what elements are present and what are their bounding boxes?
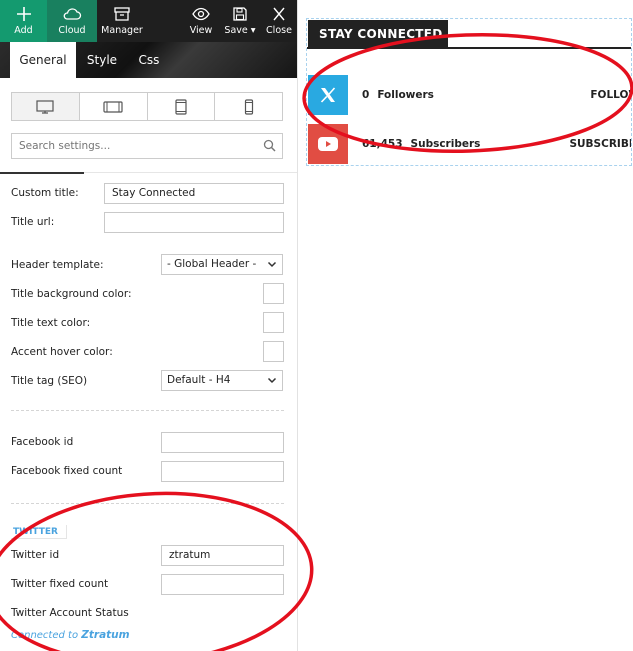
- connected-prefix: Connected to: [11, 630, 79, 641]
- section-divider: [11, 410, 284, 411]
- title-bg-color-swatch[interactable]: [263, 283, 284, 304]
- close-icon: [262, 6, 296, 24]
- header-template-value: - Global Header -: [167, 258, 257, 270]
- floppy-disk-icon: [220, 6, 260, 24]
- device-tablet-landscape-button[interactable]: [80, 93, 148, 120]
- device-switcher: [11, 92, 283, 121]
- facebook-id-input[interactable]: [161, 432, 284, 453]
- search-icon: [263, 139, 276, 155]
- twitter-id-input[interactable]: ztratum: [161, 545, 284, 566]
- social-row-youtube[interactable]: 61,453 Subscribers SUBSCRIBE: [308, 124, 631, 164]
- title-tag-label: Title tag (SEO): [11, 375, 88, 387]
- add-button[interactable]: Add: [0, 0, 47, 42]
- facebook-fixed-count-label: Facebook fixed count: [11, 465, 123, 477]
- x-logo-icon: [308, 75, 348, 115]
- social-row-x[interactable]: 0 Followers FOLLOW: [308, 75, 631, 115]
- accent-hover-color-label: Accent hover color:: [11, 346, 113, 358]
- chevron-down-icon: [267, 255, 277, 281]
- tab-css[interactable]: Css: [128, 42, 170, 78]
- accent-hover-color-swatch[interactable]: [263, 341, 284, 362]
- toolbar: Add Cloud Manager View Save ▾ Close: [0, 0, 297, 42]
- chevron-down-icon: [267, 371, 277, 397]
- tablet-portrait-icon: [175, 98, 187, 115]
- tablet-landscape-icon: [103, 100, 123, 113]
- manager-button[interactable]: Manager: [97, 0, 147, 42]
- manager-label: Manager: [101, 25, 143, 36]
- view-label: View: [189, 25, 213, 36]
- header-template-label: Header template:: [11, 259, 104, 271]
- twitter-status-label: Twitter Account Status: [11, 607, 129, 619]
- follower-unit: Followers: [377, 89, 434, 101]
- tab-style[interactable]: Style: [80, 42, 124, 78]
- title-url-input[interactable]: [104, 212, 284, 233]
- device-tablet-portrait-button[interactable]: [148, 93, 216, 120]
- active-section-indicator: [0, 172, 84, 174]
- cloud-button[interactable]: Cloud: [47, 0, 97, 42]
- add-label: Add: [14, 25, 33, 36]
- settings-panel: Add Cloud Manager View Save ▾ Close Gene…: [0, 0, 298, 651]
- tab-general[interactable]: General: [10, 42, 76, 78]
- section-divider: [11, 503, 284, 504]
- twitter-fixed-count-label: Twitter fixed count: [11, 578, 109, 590]
- block-title: STAY CONNECTED: [308, 20, 448, 48]
- search-settings: [11, 133, 283, 159]
- desktop-icon: [36, 99, 54, 114]
- device-mobile-button[interactable]: [215, 93, 282, 120]
- title-tag-select[interactable]: Default - H4: [161, 370, 283, 391]
- header-template-select[interactable]: - Global Header -: [161, 254, 283, 275]
- title-bg-color-label: Title background color:: [11, 288, 132, 300]
- social-counter-preview: STAY CONNECTED 0 Followers FOLLOW 61,453 S…: [306, 18, 632, 166]
- device-desktop-button[interactable]: [12, 93, 80, 120]
- subscriber-unit: Subscribers: [410, 138, 481, 150]
- cloud-icon: [47, 6, 97, 24]
- settings-tabs: General Style Css: [0, 42, 297, 78]
- connected-account-link[interactable]: Ztratum: [81, 629, 129, 641]
- facebook-id-label: Facebook id: [11, 436, 74, 448]
- title-tag-value: Default - H4: [167, 374, 231, 386]
- caret-down-icon: ▾: [250, 25, 256, 36]
- twitter-connected-status: Connected to Ztratum: [11, 629, 130, 641]
- twitter-fixed-count-input[interactable]: [161, 574, 284, 595]
- eye-icon: [185, 6, 217, 24]
- custom-title-input[interactable]: Stay Connected: [104, 183, 284, 204]
- title-url-label: Title url:: [11, 216, 55, 228]
- close-button[interactable]: Close: [262, 0, 296, 42]
- twitter-section-heading: TWITTER: [11, 525, 67, 539]
- save-button[interactable]: Save ▾: [220, 0, 260, 42]
- manager-icon: [97, 6, 147, 24]
- close-label: Close: [266, 25, 292, 36]
- view-button[interactable]: View: [185, 0, 217, 42]
- title-text-color-label: Title text color:: [11, 317, 91, 329]
- title-text-color-swatch[interactable]: [263, 312, 284, 333]
- search-input[interactable]: [12, 134, 252, 158]
- subscriber-count: 61,453: [362, 138, 403, 150]
- cloud-label: Cloud: [58, 25, 86, 36]
- subscribe-button[interactable]: SUBSCRIBE: [569, 124, 631, 164]
- follow-button[interactable]: FOLLOW: [590, 75, 631, 115]
- custom-title-label: Custom title:: [11, 187, 79, 199]
- twitter-id-label: Twitter id: [11, 549, 60, 561]
- block-header-line: [307, 47, 631, 49]
- follower-count: 0: [362, 89, 370, 101]
- plus-icon: [0, 6, 47, 24]
- youtube-logo-icon: [308, 124, 348, 164]
- facebook-fixed-count-input[interactable]: [161, 461, 284, 482]
- save-label: Save: [224, 25, 248, 36]
- mobile-icon: [244, 98, 253, 115]
